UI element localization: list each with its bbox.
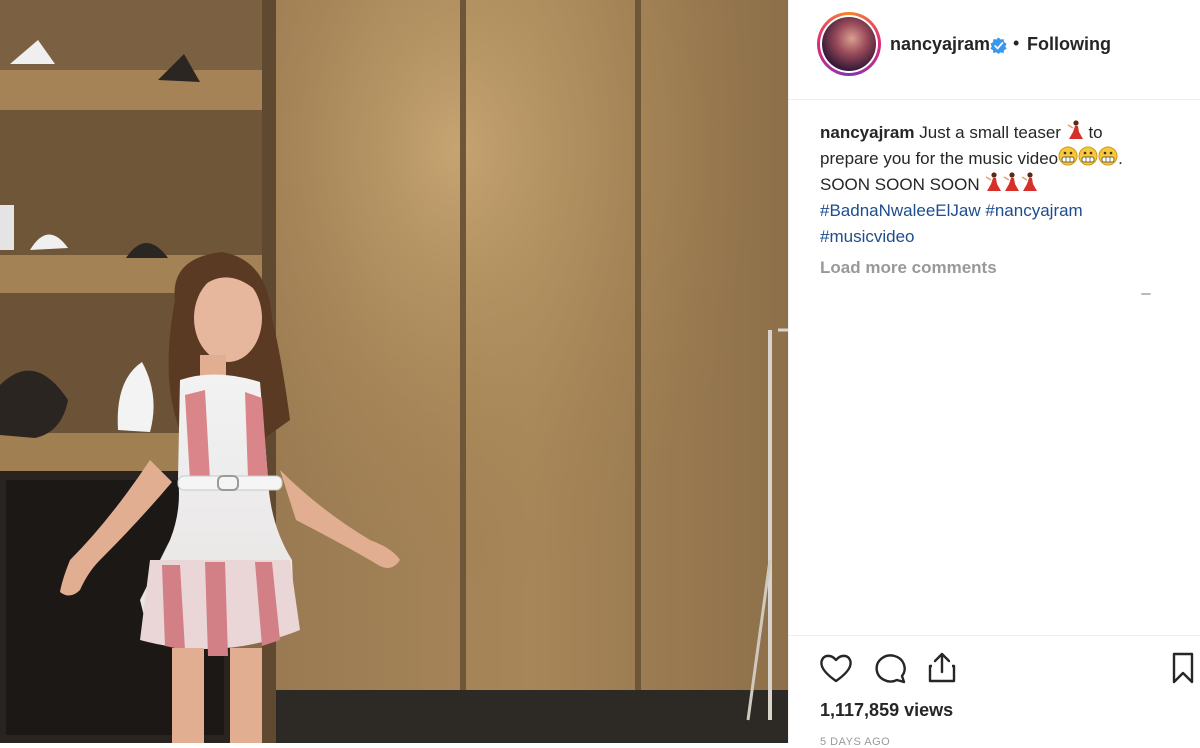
post-video[interactable] (0, 0, 788, 743)
hashtag-link[interactable]: #musicvideo (820, 227, 915, 246)
dancer-emoji (1003, 172, 1020, 191)
instagram-post-view: nancyajram • Following nancyajram Just a… (0, 0, 1200, 748)
grimacing-face-emoji (1078, 146, 1098, 166)
caption-text-line2-end: . (1118, 149, 1123, 168)
caption-text-line1: Just a small teaser (919, 123, 1061, 142)
heart-icon[interactable] (818, 650, 854, 686)
story-ring[interactable] (817, 12, 881, 76)
caption-text-line2: prepare you for the music video (820, 149, 1059, 168)
avatar-image (822, 17, 876, 71)
bookmark-icon[interactable] (1165, 650, 1200, 686)
username-link[interactable]: nancyajram (890, 34, 990, 55)
video-frame (0, 0, 788, 743)
caption-username-link[interactable]: nancyajram (820, 123, 915, 142)
share-upload-icon[interactable] (924, 650, 960, 686)
following-button[interactable]: Following (1027, 34, 1111, 55)
load-more-comments-button[interactable]: Load more comments (820, 258, 997, 278)
post-timestamp[interactable]: 5 DAYS AGO (820, 736, 890, 748)
post-header: nancyajram • Following (789, 0, 1200, 100)
hashtag-link[interactable]: #BadnaNwaleeElJaw (820, 201, 981, 220)
caption-text-line1-end: to (1088, 123, 1103, 142)
verified-badge-icon (990, 37, 1007, 54)
dancer-emoji (985, 172, 1002, 191)
dancer-emoji (1067, 120, 1083, 139)
dancer-emoji (1021, 172, 1038, 191)
post-caption: nancyajram Just a small teaser to prepar… (820, 120, 1180, 250)
comment-bubble-icon[interactable] (872, 650, 908, 686)
grimacing-face-emoji (1058, 146, 1078, 166)
avatar[interactable] (820, 15, 878, 73)
hashtag-link[interactable]: #nancyajram (985, 201, 1082, 220)
post-actions-footer: 1,117,859 views 5 DAYS AGO (789, 635, 1200, 748)
header-separator: • (1013, 33, 1020, 53)
caption-text-line3: SOON SOON SOON (820, 175, 980, 194)
post-side-panel: nancyajram • Following nancyajram Just a… (788, 0, 1200, 748)
comments-loading-indicator (1141, 293, 1151, 295)
view-count: 1,117,859 views (820, 700, 954, 720)
grimacing-face-emoji (1098, 146, 1118, 166)
